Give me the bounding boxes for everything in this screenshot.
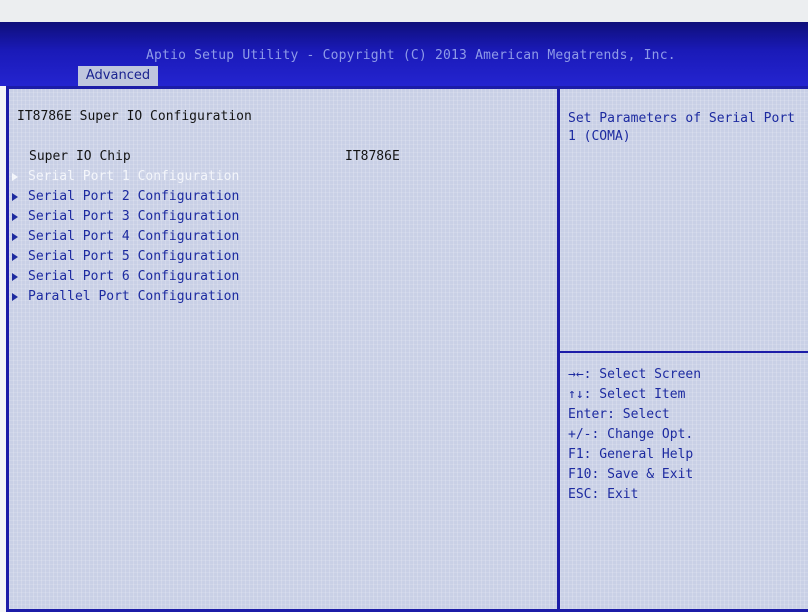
menu-item-serial-port-4[interactable]: Serial Port 4 Configuration [9, 228, 329, 246]
menu-item-label: Parallel Port Configuration [28, 289, 240, 304]
super-io-chip-value: IT8786E [345, 149, 400, 164]
menu-item-label: Serial Port 1 Configuration [28, 169, 240, 184]
key-hint-select-item: ↑↓: Select Item [568, 387, 686, 402]
key-hint-enter: Enter: Select [568, 407, 670, 422]
help-divider [560, 351, 808, 353]
tab-advanced[interactable]: Advanced [78, 66, 158, 86]
menu-item-label: Serial Port 5 Configuration [28, 249, 240, 264]
submenu-arrow-icon [12, 233, 18, 241]
help-description-line-2: 1 (COMA) [568, 129, 631, 144]
key-hint-exit: ESC: Exit [568, 487, 639, 502]
title-bar: Aptio Setup Utility - Copyright (C) 2013… [0, 22, 808, 86]
menu-item-serial-port-2[interactable]: Serial Port 2 Configuration [9, 188, 329, 206]
menu-item-serial-port-3[interactable]: Serial Port 3 Configuration [9, 208, 329, 226]
help-description-line-1: Set Parameters of Serial Port [568, 111, 795, 126]
submenu-arrow-icon [12, 253, 18, 261]
screen-bezel [0, 0, 808, 22]
menu-item-label: Serial Port 6 Configuration [28, 269, 240, 284]
key-hint-change-opt: +/-: Change Opt. [568, 427, 694, 442]
key-hint-select-screen: →←: Select Screen [568, 367, 702, 382]
help-panel: Set Parameters of Serial Port 1 (COMA) →… [560, 89, 808, 609]
page-title: IT8786E Super IO Configuration [17, 109, 252, 124]
menu-item-serial-port-6[interactable]: Serial Port 6 Configuration [9, 268, 329, 286]
submenu-arrow-icon [12, 293, 18, 301]
submenu-arrow-icon [12, 193, 18, 201]
menu-item-parallel-port[interactable]: Parallel Port Configuration [9, 288, 329, 306]
submenu-arrow-icon [12, 213, 18, 221]
key-hint-save-exit: F10: Save & Exit [568, 467, 694, 482]
menu-item-label: Serial Port 2 Configuration [28, 189, 240, 204]
super-io-chip-label: Super IO Chip [29, 149, 131, 164]
app-title: Aptio Setup Utility - Copyright (C) 2013… [146, 48, 676, 63]
main-panel: IT8786E Super IO Configuration Super IO … [9, 89, 557, 609]
menu-item-serial-port-5[interactable]: Serial Port 5 Configuration [9, 248, 329, 266]
menu-item-label: Serial Port 4 Configuration [28, 229, 240, 244]
submenu-arrow-icon [12, 173, 18, 181]
menu-item-serial-port-1[interactable]: Serial Port 1 Configuration [9, 168, 329, 186]
menu-item-label: Serial Port 3 Configuration [28, 209, 240, 224]
submenu-arrow-icon [12, 273, 18, 281]
setup-frame: IT8786E Super IO Configuration Super IO … [6, 86, 808, 612]
key-hint-general-help: F1: General Help [568, 447, 694, 462]
